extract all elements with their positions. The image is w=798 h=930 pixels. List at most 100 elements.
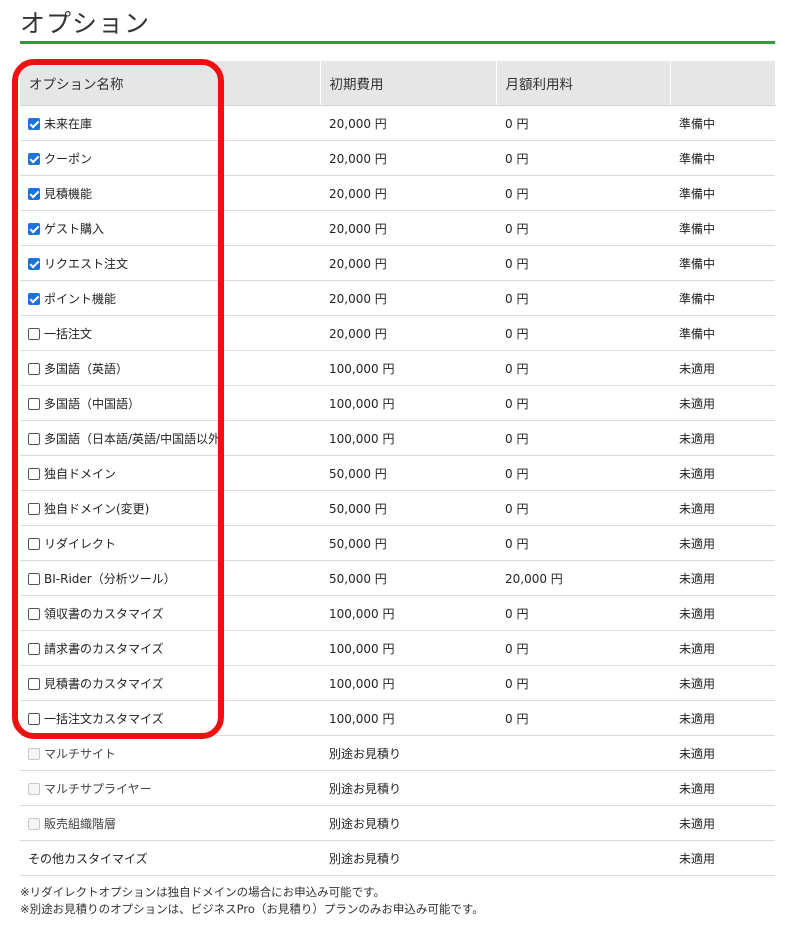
status-cell: 未適用 <box>670 560 775 596</box>
option-name-cell: BI-Rider（分析ツール） <box>20 560 320 596</box>
initial-fee-cell: 50,000 円 <box>320 490 496 526</box>
status-cell: 未適用 <box>670 805 775 841</box>
option-name: 多国語（日本語/英語/中国語以外 <box>44 431 221 446</box>
table-row: 見積書のカスタマイズ 100,000 円0 円未適用 <box>20 665 775 701</box>
initial-fee-cell: 50,000 円 <box>320 560 496 596</box>
option-name-cell: 見積機能 <box>20 175 320 211</box>
option-name-cell: マルチサプライヤー <box>20 770 320 806</box>
footnote-estimate: ※別途お見積りのオプションは、ビジネスPro（お見積り）プランのみお申込み可能で… <box>20 902 484 916</box>
option-checkbox <box>28 782 40 795</box>
monthly-fee-cell: 0 円 <box>496 140 670 176</box>
table-row: 一括注文カスタマイズ 100,000 円0 円未適用 <box>20 700 775 736</box>
option-name: クーポン <box>44 151 93 166</box>
status-cell: 準備中 <box>670 105 775 141</box>
monthly-fee-cell: 0 円 <box>496 105 670 141</box>
option-checkbox[interactable] <box>28 502 40 515</box>
option-name: 領収書のカスタマイズ <box>44 606 164 621</box>
option-checkbox[interactable] <box>28 432 40 445</box>
table-row: 独自ドメイン 50,000 円0 円未適用 <box>20 455 775 491</box>
monthly-fee-cell <box>496 805 670 841</box>
status-cell: 準備中 <box>670 210 775 246</box>
initial-fee-cell: 別途お見積り <box>320 770 496 806</box>
option-checkbox[interactable] <box>28 152 40 165</box>
initial-fee-cell: 100,000 円 <box>320 630 496 666</box>
option-checkbox[interactable] <box>28 572 40 585</box>
option-checkbox[interactable] <box>28 537 40 550</box>
option-name-cell: 多国語（英語） <box>20 350 320 386</box>
table-row: クーポン 20,000 円0 円準備中 <box>20 140 775 176</box>
option-name: リクエスト注文 <box>44 256 129 271</box>
option-name: その他カスタイマイズ <box>28 851 148 866</box>
option-name: ポイント機能 <box>44 291 117 306</box>
monthly-fee-cell: 0 円 <box>496 315 670 351</box>
option-checkbox[interactable] <box>28 677 40 690</box>
initial-fee-cell: 20,000 円 <box>320 105 496 141</box>
initial-fee-cell: 20,000 円 <box>320 210 496 246</box>
option-name: 多国語（中国語） <box>44 396 141 411</box>
option-name-cell: 一括注文 <box>20 315 320 351</box>
status-cell: 未適用 <box>670 735 775 771</box>
option-checkbox[interactable] <box>28 712 40 725</box>
option-name: マルチサイト <box>44 746 117 761</box>
status-cell: 未適用 <box>670 350 775 386</box>
option-name-cell: 独自ドメイン(変更) <box>20 490 320 526</box>
status-cell: 未適用 <box>670 455 775 491</box>
option-name-cell: 多国語（日本語/英語/中国語以外 <box>20 420 320 456</box>
initial-fee-cell: 20,000 円 <box>320 315 496 351</box>
footnotes: ※リダイレクトオプションは独自ドメインの場合にお申込み可能です。 ※別途お見積り… <box>20 884 484 918</box>
option-checkbox[interactable] <box>28 327 40 340</box>
monthly-fee-cell: 0 円 <box>496 490 670 526</box>
option-name-cell: 一括注文カスタマイズ <box>20 700 320 736</box>
option-checkbox[interactable] <box>28 222 40 235</box>
option-checkbox <box>28 747 40 760</box>
option-name: BI-Rider（分析ツール） <box>44 571 176 586</box>
status-cell: 未適用 <box>670 700 775 736</box>
header-monthly-fee: 月額利用料 <box>496 61 671 106</box>
monthly-fee-cell: 0 円 <box>496 525 670 561</box>
table-row: 一括注文 20,000 円0 円準備中 <box>20 315 775 351</box>
option-checkbox[interactable] <box>28 187 40 200</box>
initial-fee-cell: 20,000 円 <box>320 280 496 316</box>
option-checkbox[interactable] <box>28 362 40 375</box>
option-name: 請求書のカスタマイズ <box>44 641 164 656</box>
option-checkbox[interactable] <box>28 397 40 410</box>
monthly-fee-cell <box>496 840 670 876</box>
table-row: その他カスタイマイズ 別途お見積り 未適用 <box>20 840 775 876</box>
monthly-fee-cell: 0 円 <box>496 350 670 386</box>
initial-fee-cell: 100,000 円 <box>320 385 496 421</box>
status-cell: 未適用 <box>670 420 775 456</box>
table-row: 領収書のカスタマイズ 100,000 円0 円未適用 <box>20 595 775 631</box>
option-checkbox[interactable] <box>28 117 40 130</box>
monthly-fee-cell: 0 円 <box>496 700 670 736</box>
option-name-cell: ゲスト購入 <box>20 210 320 246</box>
status-cell: 未適用 <box>670 770 775 806</box>
monthly-fee-cell <box>496 735 670 771</box>
table-row: 販売組織階層 別途お見積り 未適用 <box>20 805 775 841</box>
option-name-cell: 販売組織階層 <box>20 805 320 841</box>
option-checkbox[interactable] <box>28 467 40 480</box>
options-table-body: 未来在庫 20,000 円0 円準備中 クーポン 20,000 円0 円準備中 見積機能… <box>20 105 775 876</box>
status-cell: 未適用 <box>670 840 775 876</box>
option-name-cell: その他カスタイマイズ <box>20 840 320 876</box>
option-checkbox[interactable] <box>28 642 40 655</box>
option-name: マルチサプライヤー <box>44 781 152 796</box>
option-checkbox[interactable] <box>28 607 40 620</box>
initial-fee-cell: 別途お見積り <box>320 840 496 876</box>
option-name: 販売組織階層 <box>44 816 117 831</box>
footnote-redirect: ※リダイレクトオプションは独自ドメインの場合にお申込み可能です。 <box>20 885 385 899</box>
option-name-cell: リダイレクト <box>20 525 320 561</box>
initial-fee-cell: 50,000 円 <box>320 525 496 561</box>
table-row: ゲスト購入 20,000 円0 円準備中 <box>20 210 775 246</box>
initial-fee-cell: 20,000 円 <box>320 140 496 176</box>
option-checkbox[interactable] <box>28 257 40 270</box>
option-name-cell: クーポン <box>20 140 320 176</box>
initial-fee-cell: 別途お見積り <box>320 735 496 771</box>
initial-fee-cell: 100,000 円 <box>320 665 496 701</box>
status-cell: 未適用 <box>670 490 775 526</box>
table-row: BI-Rider（分析ツール） 50,000 円 20,000 円未適用 <box>20 560 775 596</box>
option-name-cell: マルチサイト <box>20 735 320 771</box>
option-name: 見積書のカスタマイズ <box>44 676 164 691</box>
status-cell: 未適用 <box>670 630 775 666</box>
table-row: 請求書のカスタマイズ 100,000 円0 円未適用 <box>20 630 775 666</box>
option-checkbox[interactable] <box>28 292 40 305</box>
